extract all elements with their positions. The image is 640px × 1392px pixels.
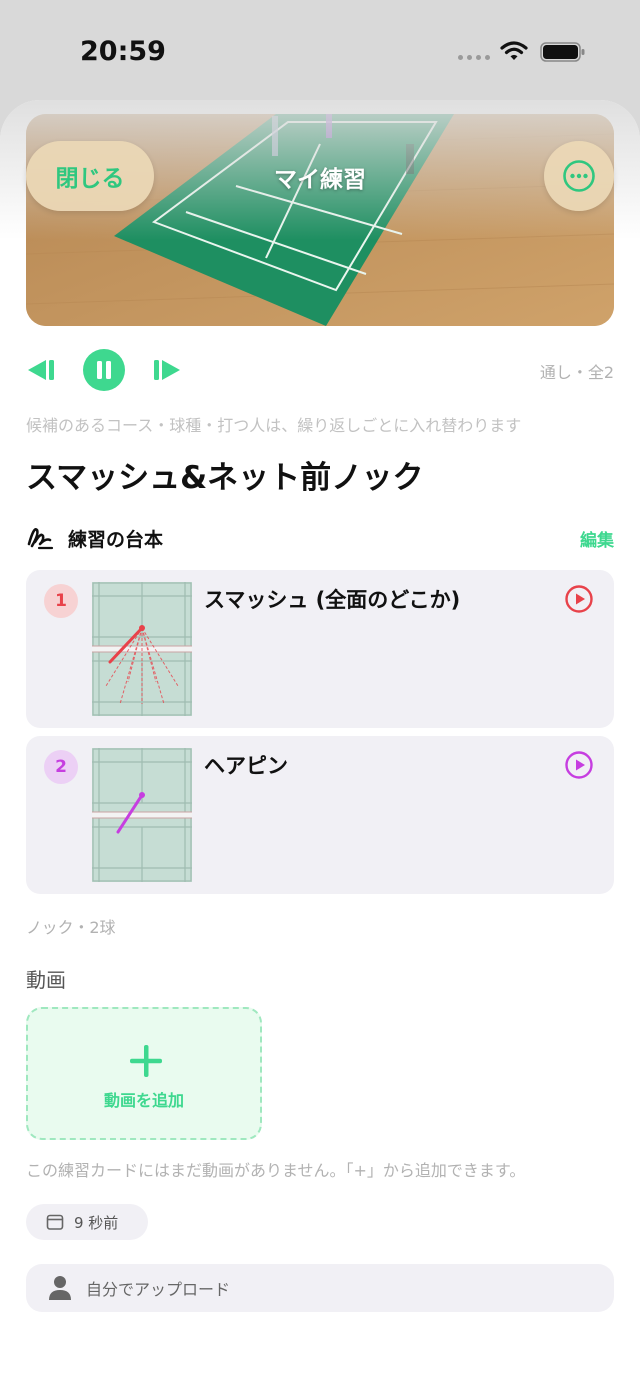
shot-number-badge: 2 [44,750,78,784]
calendar-icon [46,1214,64,1230]
plus-icon [130,1045,162,1077]
uploader-row: 自分でアップロード [26,1264,614,1312]
drill-title: スマッシュ&ネット前ノック [26,460,424,496]
edit-button[interactable]: 編集 [580,526,614,551]
timestamp-text: 9 秒前 [74,1213,119,1232]
playback-count: 通し・全2 [539,363,614,382]
knock-count: ノック・2球 [26,918,116,937]
video-section-label: 動画 [26,968,66,992]
page-title: マイ練習 [274,167,366,193]
empty-video-note: この練習カードにはまだ動画がありません。「+」から追加できます。 [26,1161,526,1180]
pause-button[interactable] [82,348,126,392]
script-label: 練習の台本 [68,529,164,551]
timestamp-chip: 9 秒前 [26,1204,148,1240]
previous-icon[interactable] [26,358,56,382]
playback-controls: 通し・全2 [26,348,614,392]
rotation-hint: 候補のあるコース・球種・打つ人は、繰り返しごとに入れ替わります [26,416,522,435]
shot-name: ヘアピン [204,754,288,778]
shot-card[interactable]: 2 ヘアピン [26,736,614,894]
person-icon [49,1276,71,1300]
play-circle-icon[interactable] [564,750,594,780]
shot-number-badge: 1 [44,584,78,618]
shot-name: スマッシュ (全面のどこか) [204,588,461,612]
battery-icon [540,42,585,62]
close-button[interactable]: 閉じる [26,141,154,211]
next-icon[interactable] [152,358,182,382]
shot-card[interactable]: 1 スマッシュ (全面のどこか) [26,570,614,728]
add-video-label: 動画を追加 [103,1091,184,1110]
add-video-button[interactable]: 動画を追加 [26,1007,262,1140]
uploader-text: 自分でアップロード [86,1280,231,1299]
signature-icon [27,528,54,550]
wifi-icon [500,41,528,60]
more-options-button[interactable] [544,141,614,211]
play-circle-icon[interactable] [564,584,594,614]
signal-icon [458,55,490,60]
court-diagram [92,748,192,882]
status-time: 20:59 [80,36,166,67]
court-diagram [92,582,192,716]
script-header: 練習の台本 編集 [26,522,614,552]
status-bar: 20:59 [0,0,640,100]
ellipsis-circle-icon [563,160,595,192]
